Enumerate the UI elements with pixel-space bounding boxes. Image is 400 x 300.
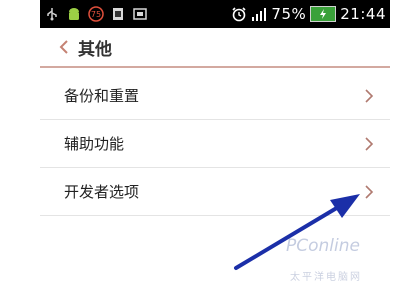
settings-item-label: 备份和重置 — [64, 87, 140, 105]
screenshot-page: 75 75% 21:44 其他 备份和重置 辅助功能 开发者选项 PConlin… — [0, 0, 400, 300]
settings-item-backup-reset[interactable]: 备份和重置 — [40, 72, 390, 120]
screenshot-icon — [132, 6, 148, 22]
chevron-right-icon — [364, 88, 374, 104]
clock: 21:44 — [340, 5, 386, 23]
settings-list: 备份和重置 辅助功能 开发者选项 — [40, 72, 390, 216]
status-bar: 75 75% 21:44 — [40, 0, 390, 28]
settings-item-developer-options[interactable]: 开发者选项 — [40, 168, 390, 216]
chevron-right-icon — [364, 136, 374, 152]
back-chevron-icon[interactable] — [56, 37, 72, 57]
watermark-logo: PConline 太平洋电脑网 — [286, 236, 396, 292]
usb-icon — [44, 6, 60, 22]
battery-percent: 75% — [271, 5, 307, 23]
settings-item-label: 开发者选项 — [64, 183, 140, 201]
svg-text:75: 75 — [91, 10, 101, 19]
sd-card-icon — [110, 6, 126, 22]
settings-item-label: 辅助功能 — [64, 135, 125, 153]
watermark-subtitle: 太平洋电脑网 — [290, 272, 362, 283]
page-header: 其他 — [40, 28, 390, 68]
settings-item-accessibility[interactable]: 辅助功能 — [40, 120, 390, 168]
battery-icon — [310, 6, 337, 22]
chevron-right-icon — [364, 184, 374, 200]
alarm-icon — [231, 6, 247, 22]
status-notification-icons: 75 — [44, 6, 148, 22]
watermark-brand: PConline — [286, 236, 360, 256]
page-title: 其他 — [78, 39, 112, 60]
status-system-icons: 75% 21:44 — [231, 5, 386, 23]
android-icon — [66, 6, 82, 22]
signal-icon — [251, 6, 267, 22]
notification-icon: 75 — [88, 6, 104, 22]
